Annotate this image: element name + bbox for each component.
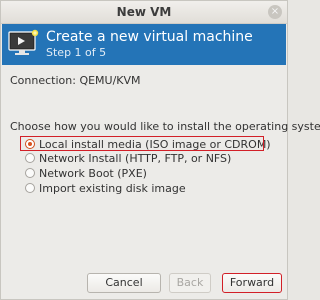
cancel-button[interactable]: Cancel <box>87 273 161 293</box>
wizard-step: Step 1 of 5 <box>46 46 107 59</box>
option-label: Network Install (HTTP, FTP, or NFS) <box>39 152 232 165</box>
highlight-box <box>20 136 264 151</box>
radio-unselected-icon[interactable] <box>25 153 35 163</box>
monitor-icon <box>8 29 40 61</box>
close-icon[interactable]: × <box>268 5 282 19</box>
radio-unselected-icon[interactable] <box>25 168 35 178</box>
radio-unselected-icon[interactable] <box>25 183 35 193</box>
connection-label: Connection: QEMU/KVM <box>10 74 141 87</box>
new-vm-dialog: New VM × Create a new virtual machine St… <box>0 0 320 300</box>
forward-button[interactable]: Forward <box>222 273 282 293</box>
window-title: New VM <box>116 5 172 19</box>
option-label: Network Boot (PXE) <box>39 167 147 180</box>
install-method-prompt: Choose how you would like to install the… <box>10 120 320 133</box>
wizard-title: Create a new virtual machine <box>46 29 253 45</box>
wizard-banner: Create a new virtual machine Step 1 of 5 <box>2 24 286 65</box>
title-bar: New VM × <box>1 1 287 24</box>
option-label: Import existing disk image <box>39 182 186 195</box>
back-button[interactable]: Back <box>169 273 211 293</box>
